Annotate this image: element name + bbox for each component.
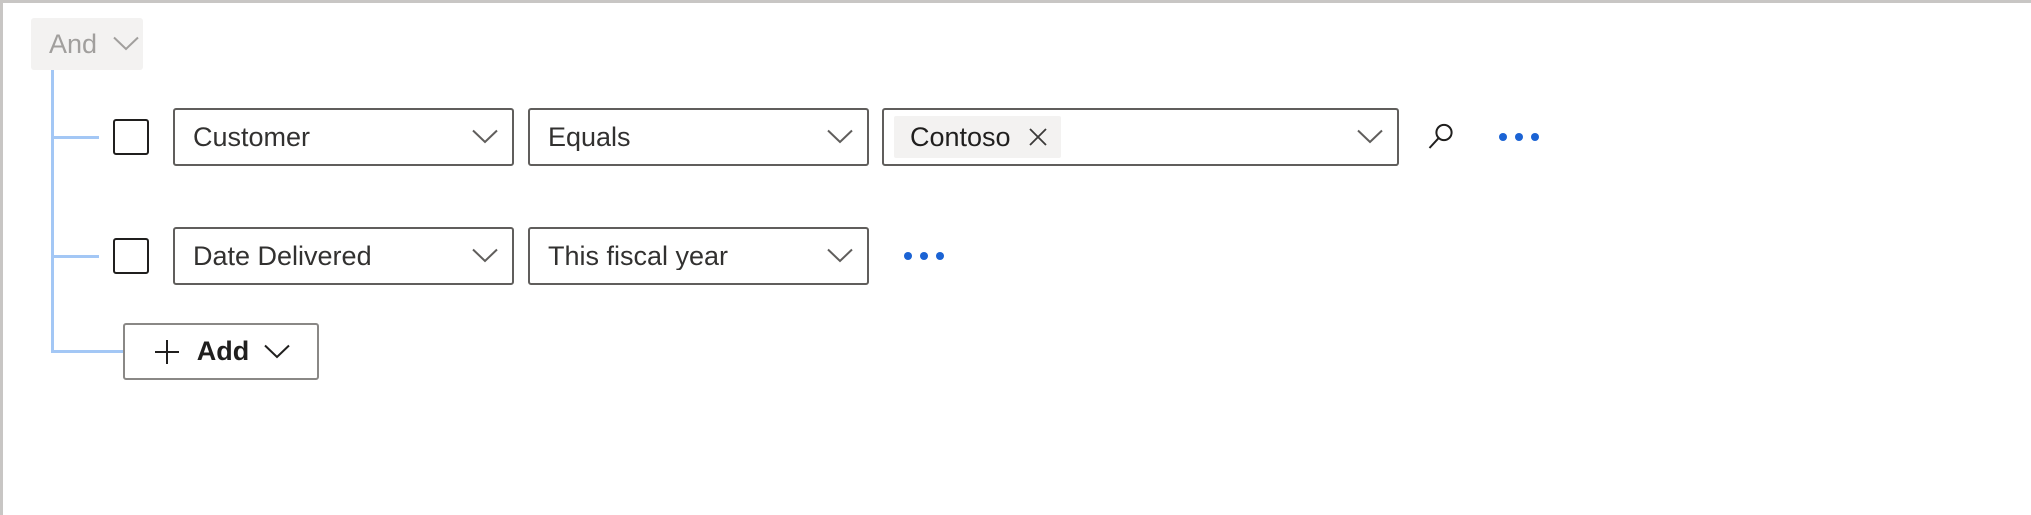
ellipsis-dot — [904, 252, 912, 260]
selected-value-tag-label: Contoso — [910, 121, 1011, 152]
row-select-checkbox[interactable] — [113, 119, 149, 155]
row-select-checkbox[interactable] — [113, 238, 149, 274]
tree-branch-line-row1 — [51, 136, 99, 139]
operator-selector-value: This fiscal year — [548, 242, 729, 270]
field-selector-value: Date Delivered — [193, 242, 372, 270]
add-button-label: Add — [196, 336, 250, 366]
group-operator-dropdown[interactable]: And — [31, 18, 143, 70]
close-icon[interactable] — [1025, 124, 1051, 150]
row-overflow-menu-button[interactable] — [898, 236, 950, 276]
group-operator-label: And — [49, 28, 98, 59]
tree-branch-line-add — [51, 350, 124, 353]
selected-value-tag[interactable]: Contoso — [894, 116, 1061, 158]
value-selector-dropdown[interactable]: Contoso — [882, 108, 1399, 166]
field-selector-dropdown[interactable]: Date Delivered — [173, 227, 514, 285]
field-selector-value: Customer — [193, 123, 311, 151]
ellipsis-dot — [1499, 133, 1507, 141]
chevron-down-icon — [472, 248, 498, 264]
plus-icon — [152, 337, 182, 367]
operator-selector-dropdown[interactable]: This fiscal year — [528, 227, 869, 285]
tree-branch-line-row2 — [51, 255, 99, 258]
chevron-down-icon — [472, 129, 498, 145]
ellipsis-dot — [1515, 133, 1523, 141]
tree-trunk-line — [51, 70, 54, 353]
ellipsis-dot — [936, 252, 944, 260]
chevron-down-icon — [1357, 129, 1383, 145]
row-overflow-menu-button[interactable] — [1493, 117, 1545, 157]
filter-builder-panel: And Customer Equals Contoso Date Deliver… — [0, 0, 2031, 515]
ellipsis-dot — [920, 252, 928, 260]
operator-selector-dropdown[interactable]: Equals — [528, 108, 869, 166]
field-selector-dropdown[interactable]: Customer — [173, 108, 514, 166]
add-button[interactable]: Add — [123, 323, 319, 380]
chevron-down-icon — [827, 248, 853, 264]
search-icon[interactable] — [1419, 115, 1463, 159]
ellipsis-dot — [1531, 133, 1539, 141]
operator-selector-value: Equals — [548, 123, 631, 151]
chevron-down-icon — [264, 344, 290, 360]
chevron-down-icon — [827, 129, 853, 145]
chevron-down-icon — [113, 36, 139, 52]
